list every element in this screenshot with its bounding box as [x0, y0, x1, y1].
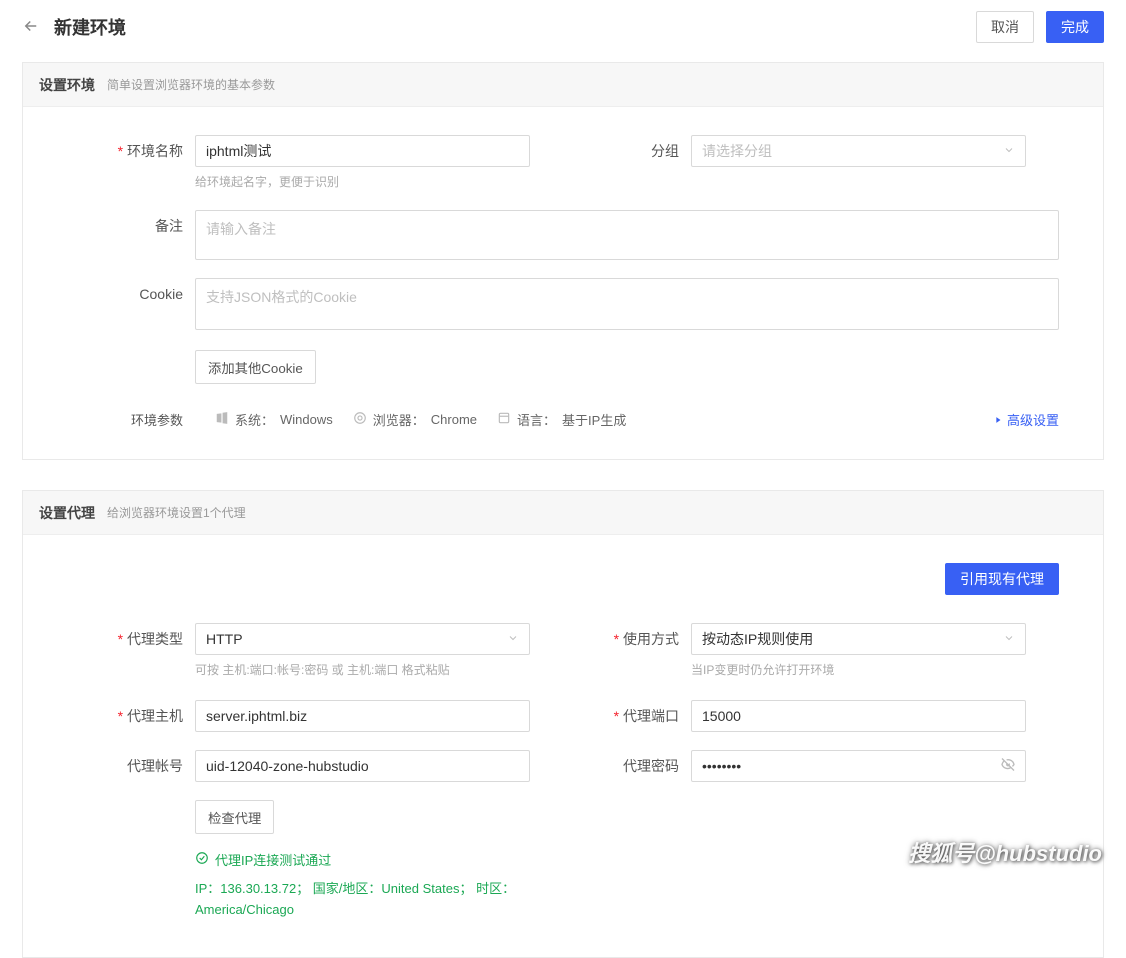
- add-cookie-button[interactable]: 添加其他Cookie: [195, 350, 316, 384]
- proxy-pass-label: 代理密码: [563, 750, 691, 782]
- remark-label: 备注: [67, 210, 195, 242]
- proxy-section-title: 设置代理: [39, 503, 95, 523]
- proxy-mode-label: 使用方式: [563, 623, 691, 655]
- proxy-type-select[interactable]: HTTP: [195, 623, 530, 655]
- back-icon[interactable]: [22, 17, 40, 38]
- proxy-mode-help: 当IP变更时仍允许打开环境: [691, 661, 1059, 678]
- proxy-host-label: 代理主机: [67, 700, 195, 732]
- quote-existing-proxy-button[interactable]: 引用现有代理: [945, 563, 1059, 595]
- cookie-label: Cookie: [67, 278, 195, 310]
- cancel-button[interactable]: 取消: [976, 11, 1034, 43]
- proxy-port-input[interactable]: [691, 700, 1026, 732]
- os-value: Windows: [280, 412, 333, 427]
- env-name-label: 环境名称: [67, 135, 195, 167]
- check-proxy-button[interactable]: 检查代理: [195, 800, 274, 834]
- proxy-type-value: HTTP: [206, 631, 243, 647]
- proxy-panel: 设置代理 给浏览器环境设置1个代理 引用现有代理 代理类型 HTTP 可按 主机…: [22, 490, 1104, 958]
- env-name-input[interactable]: [195, 135, 530, 167]
- proxy-mode-select[interactable]: 按动态IP规则使用: [691, 623, 1026, 655]
- env-name-help: 给环境起名字，更便于识别: [195, 173, 563, 190]
- lang-value: 基于IP生成: [562, 410, 626, 429]
- submit-button[interactable]: 完成: [1046, 11, 1104, 43]
- proxy-pass-input[interactable]: [691, 750, 1026, 782]
- chevron-down-icon: [1003, 143, 1015, 159]
- proxy-type-label: 代理类型: [67, 623, 195, 655]
- lang-label: 语言：: [517, 410, 556, 429]
- env-section-subtitle: 简单设置浏览器环境的基本参数: [107, 76, 275, 93]
- browser-label: 浏览器：: [373, 410, 425, 429]
- proxy-host-input[interactable]: [195, 700, 530, 732]
- os-label: 系统：: [235, 410, 274, 429]
- page-title: 新建环境: [54, 14, 126, 40]
- caret-right-icon: [993, 415, 1003, 425]
- eye-off-icon[interactable]: [1000, 757, 1016, 776]
- proxy-user-input[interactable]: [195, 750, 530, 782]
- proxy-port-label: 代理端口: [563, 700, 691, 732]
- language-icon: [497, 411, 511, 428]
- proxy-status-text: 代理IP连接测试通过: [215, 850, 331, 869]
- remark-textarea[interactable]: [195, 210, 1059, 260]
- chevron-down-icon: [1003, 631, 1015, 647]
- proxy-type-help: 可按 主机:端口:帐号:密码 或 主机:端口 格式粘贴: [195, 661, 563, 678]
- group-label: 分组: [563, 135, 691, 167]
- env-panel: 设置环境 简单设置浏览器环境的基本参数 环境名称 给环境起名字，更便于识别 分组…: [22, 62, 1104, 460]
- proxy-user-label: 代理帐号: [67, 750, 195, 782]
- advanced-settings-link[interactable]: 高级设置: [993, 410, 1059, 429]
- page-header: 新建环境 取消 完成: [0, 0, 1126, 54]
- env-params-label: 环境参数: [67, 410, 195, 429]
- group-placeholder: 请选择分组: [702, 141, 772, 161]
- proxy-section-subtitle: 给浏览器环境设置1个代理: [107, 504, 246, 521]
- chrome-icon: [353, 411, 367, 428]
- proxy-detail-text: IP：136.30.13.72； 国家/地区：United States； 时区…: [195, 879, 535, 921]
- windows-icon: [215, 411, 229, 428]
- success-icon: [195, 851, 209, 868]
- cookie-textarea[interactable]: [195, 278, 1059, 330]
- advanced-settings-label: 高级设置: [1007, 410, 1059, 429]
- proxy-mode-value: 按动态IP规则使用: [702, 629, 813, 649]
- chevron-down-icon: [507, 631, 519, 647]
- group-select[interactable]: 请选择分组: [691, 135, 1026, 167]
- browser-value: Chrome: [431, 412, 477, 427]
- env-section-title: 设置环境: [39, 75, 95, 95]
